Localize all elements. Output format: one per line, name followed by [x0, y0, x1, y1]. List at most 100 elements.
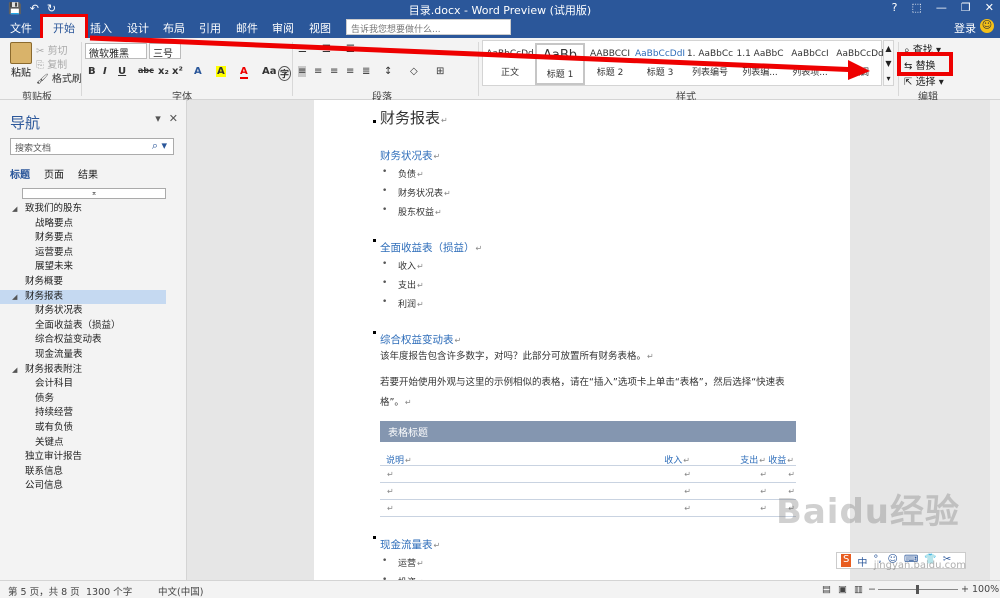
style-list-number[interactable]: 1. AaBbCc 列表编号: [685, 43, 735, 85]
nav-heading-item[interactable]: ◢ 财务报表附注: [0, 363, 166, 377]
subscript-button[interactable]: x₂: [158, 66, 169, 77]
tab-design[interactable]: 设计: [127, 20, 149, 36]
expand-triangle-icon[interactable]: ◢: [12, 290, 17, 304]
zoom-level[interactable]: 100%: [972, 584, 999, 595]
read-mode-icon[interactable]: ▤: [822, 584, 831, 595]
style-heading-3[interactable]: AaBbCcDdI 标题 3: [635, 43, 685, 85]
font-size-select[interactable]: 三号: [149, 43, 181, 60]
align-center-icon[interactable]: ≡: [314, 66, 322, 77]
tab-file[interactable]: 文件: [10, 20, 32, 36]
borders-icon[interactable]: ⊞: [436, 66, 444, 77]
underline-button[interactable]: U: [118, 66, 126, 77]
minimize-icon[interactable]: —: [936, 1, 947, 14]
nav-tab-results[interactable]: 结果: [78, 166, 98, 181]
copy-button[interactable]: ⎘ 复制: [36, 56, 67, 71]
paste-button[interactable]: 粘贴: [8, 42, 34, 79]
tab-view[interactable]: 视图: [309, 20, 331, 36]
numbering-icon[interactable]: ☰: [322, 44, 331, 55]
nav-heading-item[interactable]: 全面收益表（损益）: [0, 319, 166, 333]
style-emphasis[interactable]: AaBbCcDd 强调: [835, 43, 885, 85]
table-row[interactable]: ↵ ↵ ↵ ↵: [380, 483, 796, 500]
table-row[interactable]: ↵ ↵ ↵ ↵: [380, 500, 796, 517]
help-icon[interactable]: ?: [892, 1, 898, 14]
nav-heading-item[interactable]: 战略要点: [0, 217, 166, 231]
line-spacing-icon[interactable]: ↕: [384, 66, 392, 77]
style-list-item[interactable]: AaBbCcI 列表项...: [785, 43, 835, 85]
nav-heading-item[interactable]: 独立审计报告: [0, 450, 166, 464]
nav-close-icon[interactable]: ✕: [169, 112, 178, 125]
login-link[interactable]: 登录: [954, 20, 976, 36]
change-case-button[interactable]: Aa: [262, 66, 277, 77]
zoom-in-icon[interactable]: +: [961, 584, 969, 595]
bullets-icon[interactable]: ☰: [298, 44, 307, 55]
highlight-button[interactable]: A: [216, 66, 226, 77]
tab-insert[interactable]: 插入: [90, 20, 112, 36]
text-effects-button[interactable]: A: [194, 66, 202, 77]
strikethrough-button[interactable]: abc: [138, 66, 154, 75]
collapse-all-icon[interactable]: ⌅: [22, 188, 166, 199]
nav-heading-item[interactable]: 债务: [0, 392, 166, 406]
align-right-icon[interactable]: ≡: [330, 66, 338, 77]
ime-lang-toggle[interactable]: 中: [857, 554, 867, 569]
nav-tab-headings[interactable]: 标题: [10, 166, 30, 181]
tell-me-input[interactable]: 告诉我您想要做什么...: [346, 19, 511, 35]
italic-button[interactable]: I: [103, 66, 107, 77]
nav-tab-pages[interactable]: 页面: [44, 166, 64, 181]
format-painter-button[interactable]: 🖌 格式刷: [36, 70, 82, 85]
zoom-out-icon[interactable]: −: [868, 584, 876, 595]
ime-logo-icon[interactable]: S: [841, 554, 852, 567]
nav-heading-item[interactable]: 会计科目: [0, 377, 166, 391]
nav-heading-item[interactable]: 展望未来: [0, 260, 166, 274]
web-layout-icon[interactable]: ▥: [854, 584, 863, 595]
ribbon-display-icon[interactable]: ⬚: [912, 1, 922, 14]
nav-heading-item[interactable]: 运营要点: [0, 246, 166, 260]
style-list-number-2[interactable]: 1.1 AaBbC 列表编...: [735, 43, 785, 85]
nav-heading-item[interactable]: 现金流量表: [0, 348, 166, 362]
nav-search-input[interactable]: 搜索文档 ⌕ ▾: [10, 138, 174, 155]
feedback-smiley-icon[interactable]: ☺: [980, 19, 994, 33]
close-icon[interactable]: ✕: [985, 1, 994, 14]
style-heading-2[interactable]: AABBCCI 标题 2: [585, 43, 635, 85]
distributed-icon[interactable]: ≣: [362, 66, 370, 77]
style-heading-1[interactable]: AaBb 标题 1: [535, 43, 585, 85]
language-status[interactable]: 中文(中国): [158, 584, 203, 598]
tab-mailings[interactable]: 邮件: [236, 20, 258, 36]
justify-icon[interactable]: ≡: [346, 66, 354, 77]
enclose-char-button[interactable]: 字: [278, 66, 292, 81]
search-icon[interactable]: ⌕ ▾: [152, 139, 167, 153]
cut-button[interactable]: ✂ 剪切: [36, 42, 68, 57]
document-page[interactable]: 财务报表↵ 财务状况表↵ 负债↵ 财务状况表↵ 股东权益↵ 全面收益表（损益）↵…: [314, 100, 850, 580]
print-layout-icon[interactable]: ▣: [838, 584, 847, 595]
zoom-slider-thumb[interactable]: [916, 585, 919, 594]
expand-triangle-icon[interactable]: ◢: [12, 363, 17, 377]
nav-heading-item[interactable]: 综合权益变动表: [0, 333, 166, 347]
nav-heading-item[interactable]: 联系信息: [0, 465, 166, 479]
align-left-icon[interactable]: ≡: [298, 66, 307, 77]
nav-heading-item[interactable]: 或有负债: [0, 421, 166, 435]
nav-heading-item[interactable]: 持续经营: [0, 406, 166, 420]
tab-layout[interactable]: 布局: [163, 20, 185, 36]
tab-home[interactable]: 开始: [40, 14, 88, 41]
bold-button[interactable]: B: [88, 66, 96, 77]
page-count[interactable]: 第 5 页，共 8 页: [8, 584, 80, 598]
style-normal[interactable]: AaBbCcDd 正文: [485, 43, 535, 85]
nav-options-icon[interactable]: ▾: [155, 112, 161, 125]
nav-heading-item[interactable]: 公司信息: [0, 479, 166, 493]
nav-heading-item[interactable]: 财务状况表: [0, 304, 166, 318]
tab-references[interactable]: 引用: [199, 20, 221, 36]
nav-heading-item[interactable]: ◢ 财务报表: [0, 289, 166, 304]
font-family-select[interactable]: 微软雅黑: [85, 43, 147, 60]
vertical-scrollbar[interactable]: [990, 100, 1000, 580]
nav-heading-item[interactable]: 财务要点: [0, 231, 166, 245]
expand-triangle-icon[interactable]: ◢: [12, 202, 17, 216]
table-row[interactable]: ↵ ↵ ↵ ↵: [380, 466, 796, 483]
restore-icon[interactable]: ❐: [961, 1, 971, 14]
tab-review[interactable]: 审阅: [272, 20, 294, 36]
multilevel-list-icon[interactable]: ☰: [346, 44, 355, 55]
nav-heading-item[interactable]: 关键点: [0, 436, 166, 450]
shading-icon[interactable]: ◇: [410, 66, 418, 77]
styles-scroll[interactable]: ▲ ▼ ▾: [883, 40, 894, 86]
font-color-button[interactable]: A: [240, 66, 248, 79]
superscript-button[interactable]: x²: [172, 66, 183, 77]
nav-heading-item[interactable]: 财务概要: [0, 275, 166, 289]
